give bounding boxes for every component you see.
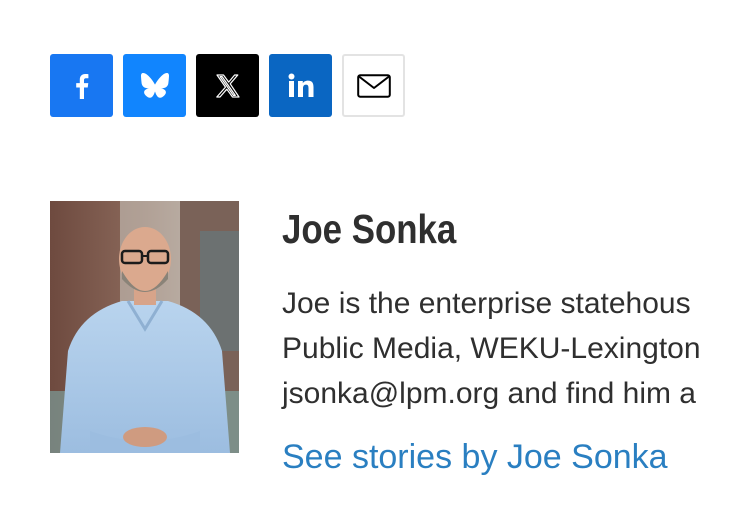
- facebook-share-button[interactable]: [50, 54, 113, 117]
- author-photo: [50, 201, 239, 453]
- mail-icon: [356, 73, 391, 98]
- email-share-button[interactable]: [342, 54, 405, 117]
- author-bio: Joe Sonka Joe is the enterprise statehou…: [50, 201, 735, 506]
- author-name: Joe Sonka: [282, 206, 457, 252]
- bluesky-icon: [140, 73, 169, 98]
- author-description: Joe is the enterprise statehous Public M…: [282, 281, 735, 416]
- bio-line: Public Media, WEKU-Lexington: [282, 332, 701, 365]
- bio-line: Joe is the enterprise statehous: [282, 287, 691, 320]
- author-text: Joe Sonka Joe is the enterprise statehou…: [282, 201, 735, 477]
- bio-line: jsonka@lpm.org and find him a: [282, 377, 696, 410]
- bluesky-share-button[interactable]: [123, 54, 186, 117]
- x-share-button[interactable]: [196, 54, 259, 117]
- facebook-icon: [75, 73, 88, 99]
- share-bar: [50, 54, 405, 117]
- x-icon: [215, 73, 240, 98]
- linkedin-share-button[interactable]: [269, 54, 332, 117]
- see-stories-link[interactable]: See stories by Joe Sonka: [282, 438, 668, 477]
- linkedin-icon: [288, 73, 313, 97]
